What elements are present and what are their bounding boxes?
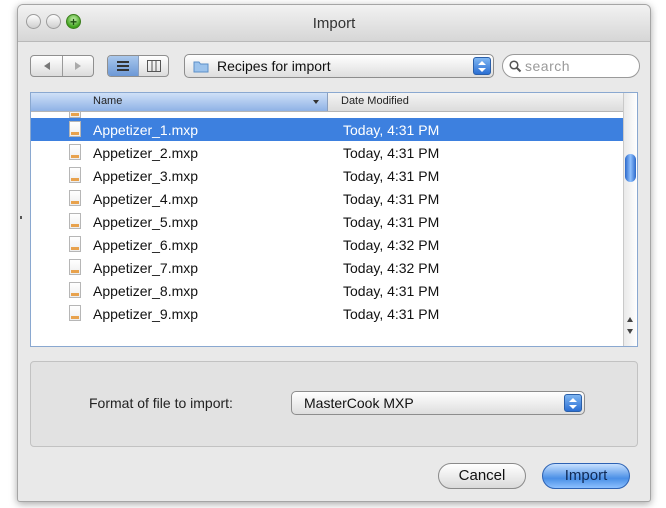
file-icon [69, 259, 81, 275]
file-row[interactable]: Appetizer_3.mxp Today, 4:31 PM [31, 164, 625, 187]
file-row[interactable]: Appetizer_2.mxp Today, 4:31 PM [31, 141, 625, 164]
file-name: Appetizer_8.mxp [93, 283, 199, 299]
file-icon [69, 121, 81, 137]
sort-arrow-icon [313, 100, 319, 104]
search-icon [509, 60, 522, 73]
window-title: Import [312, 15, 356, 32]
file-date: Today, 4:31 PM [343, 214, 440, 230]
back-button[interactable] [31, 56, 63, 76]
location-popup[interactable]: Recipes for import [184, 54, 494, 78]
file-name: Appetizer_1.mxp [93, 122, 199, 138]
search-field[interactable]: search [502, 54, 640, 78]
format-popup[interactable]: MasterCook MXP [291, 391, 585, 415]
import-dialog: + Import Recipes for import search Name … [17, 4, 651, 502]
file-date: Today, 4:31 PM [343, 306, 440, 322]
file-name: Appetizer_4.mxp [93, 191, 199, 207]
file-row[interactable]: Appetizer_4.mxp Today, 4:31 PM [31, 187, 625, 210]
folder-icon [193, 61, 209, 73]
chevron-left-icon [43, 62, 50, 70]
list-view-button[interactable] [108, 56, 139, 76]
file-date: Today, 4:31 PM [343, 168, 440, 184]
column-header: Name Date Modified [31, 93, 625, 112]
file-row[interactable]: Appetizer_1.mxp Today, 4:31 PM [31, 118, 625, 141]
file-date: Today, 4:31 PM [343, 145, 440, 161]
file-row[interactable]: Appetizer_6.mxp Today, 4:32 PM [31, 233, 625, 256]
import-button[interactable]: Import [542, 463, 630, 489]
file-icon [69, 213, 81, 229]
file-name: Appetizer_2.mxp [93, 145, 199, 161]
location-stepper-icon [473, 57, 491, 75]
file-name: Appetizer_3.mxp [93, 168, 199, 184]
back-forward-control [30, 55, 94, 77]
file-date: Today, 4:32 PM [343, 260, 440, 276]
edge-mark [20, 216, 22, 219]
format-label: Format of file to import: [89, 395, 233, 411]
file-icon [69, 236, 81, 252]
file-icon [69, 282, 81, 298]
file-date: Today, 4:31 PM [343, 191, 440, 207]
view-mode-control [107, 55, 169, 77]
file-name: Appetizer_5.mxp [93, 214, 199, 230]
file-date: Today, 4:32 PM [343, 237, 440, 253]
file-icon [69, 167, 81, 183]
file-icon [69, 305, 81, 321]
search-placeholder: search [525, 58, 571, 74]
chevron-right-icon [75, 62, 81, 70]
forward-button[interactable] [63, 56, 93, 76]
scroll-thumb[interactable] [625, 154, 636, 182]
list-view-icon [117, 61, 129, 71]
cancel-button[interactable]: Cancel [438, 463, 526, 489]
file-name: Appetizer_7.mxp [93, 260, 199, 276]
format-stepper-icon [564, 394, 582, 412]
file-icon [69, 190, 81, 206]
file-row[interactable]: Appetizer_9.mxp Today, 4:31 PM [31, 302, 625, 325]
scroll-up-arrow-icon[interactable] [627, 317, 633, 322]
date-column-header[interactable]: Date Modified [341, 95, 409, 107]
title-bar: + Import [18, 5, 650, 42]
file-name: Appetizer_9.mxp [93, 306, 199, 322]
column-view-button[interactable] [139, 56, 168, 76]
name-column-label: Name [93, 95, 123, 107]
column-view-icon [146, 60, 161, 72]
vertical-scrollbar[interactable] [623, 93, 637, 346]
file-icon [69, 144, 81, 160]
file-row[interactable]: Appetizer_7.mxp Today, 4:32 PM [31, 256, 625, 279]
file-name: Appetizer_6.mxp [93, 237, 199, 253]
file-browser: Name Date Modified Appetizer_1.mxp Today,… [30, 92, 638, 347]
location-label: Recipes for import [217, 58, 331, 74]
format-accessory-panel: Format of file to import: MasterCook MXP [30, 361, 638, 447]
file-date: Today, 4:31 PM [343, 283, 440, 299]
file-row[interactable]: Appetizer_5.mxp Today, 4:31 PM [31, 210, 625, 233]
scroll-down-arrow-icon[interactable] [627, 329, 633, 334]
format-value: MasterCook MXP [304, 395, 414, 411]
file-row[interactable]: Appetizer_8.mxp Today, 4:31 PM [31, 279, 625, 302]
file-date: Today, 4:31 PM [343, 122, 440, 138]
name-column-header[interactable]: Name [31, 93, 328, 111]
